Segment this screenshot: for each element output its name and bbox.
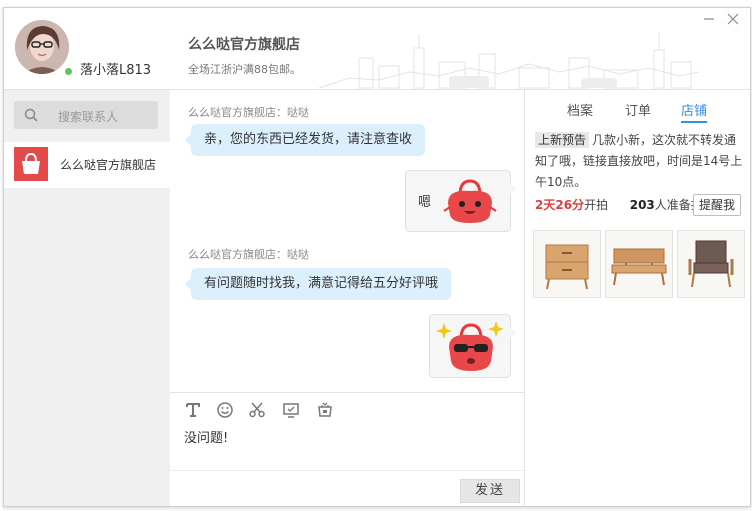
tab-profile[interactable]: 档案 (567, 100, 593, 119)
wooden-bench-icon (611, 248, 667, 286)
product-thumbnail[interactable] (533, 230, 601, 298)
contacts-sidebar: 搜索联系人 么么哒官方旗舰店 (4, 90, 170, 506)
chat-window: 落小落L813 么么哒官方旗舰店 全场江浙沪满88包邮。 搜索联系人 么么哒官方… (3, 7, 751, 507)
shop-logo (14, 147, 48, 181)
user-name: 落小落L813 (80, 63, 152, 78)
incoming-message: 亲，您的东西已经发货，请注意查收 (184, 124, 426, 156)
remind-me-button[interactable]: 提醒我 (693, 194, 741, 216)
shop-button[interactable] (316, 401, 334, 419)
countdown-value: 2天26分 (535, 198, 585, 212)
avatar[interactable] (15, 20, 69, 74)
message-input[interactable]: 没问题! (184, 427, 228, 446)
countdown-suffix: 开拍 (584, 198, 609, 212)
message-sender: 么么哒官方旗舰店：哒哒 (188, 106, 309, 119)
scissors-icon (249, 402, 265, 418)
close-icon (727, 13, 739, 25)
contact-item[interactable]: 么么哒官方旗舰店 (4, 142, 170, 188)
ready-count: 203 (629, 198, 655, 212)
message-text: 嗯 (418, 195, 432, 210)
tab-orders[interactable]: 订单 (625, 100, 651, 119)
screenshot-button[interactable] (282, 401, 300, 419)
announcement-tag: 上新预告 (535, 132, 590, 148)
sale-countdown: 2天26分开拍 203人准备抢 (535, 196, 703, 213)
armchair-icon (688, 240, 734, 288)
message-sender: 么么哒官方旗舰店：哒哒 (188, 248, 309, 261)
shop-info-panel: 档案 订单 店铺 上新预告 几款小新，这次就不转发通知了哦，链接直接放吧，时间是1… (524, 90, 750, 506)
screenshot-icon (283, 403, 299, 418)
shop-icon (318, 402, 332, 417)
bag-mascot-sunglasses-sticker (436, 321, 504, 371)
product-thumbnail[interactable] (605, 230, 673, 298)
wooden-cabinet-icon (545, 244, 589, 290)
incoming-message: 有问题随时找我，满意记得给五分好评哦 (184, 268, 452, 300)
minimize-button[interactable] (701, 12, 717, 28)
minimize-icon (704, 18, 714, 20)
contact-search-input[interactable]: 搜索联系人 (14, 101, 158, 129)
user-portrait-icon (15, 20, 69, 74)
shop-title: 么么哒官方旗舰店 (188, 37, 300, 53)
contact-name: 么么哒官方旗舰店 (60, 158, 157, 172)
header: 落小落L813 么么哒官方旗舰店 全场江浙沪满88包邮。 (4, 8, 750, 90)
shopping-bag-icon (22, 152, 40, 174)
product-thumbnail[interactable] (677, 230, 745, 298)
shop-notice: 全场江浙沪满88包邮。 (188, 63, 301, 76)
city-skyline-decoration (319, 32, 699, 89)
close-button[interactable] (725, 12, 741, 28)
send-button[interactable]: 发送 (460, 479, 520, 503)
text-format-button[interactable] (184, 401, 202, 419)
outgoing-message: 嗯 (405, 170, 516, 232)
bag-mascot-sticker (443, 179, 497, 223)
text-format-icon (186, 403, 200, 417)
launch-announcement: 上新预告 几款小新，这次就不转发通知了哦，链接直接放吧，时间是14号上午10点。 (535, 130, 745, 193)
scissors-button[interactable] (248, 401, 266, 419)
online-status-indicator (64, 67, 73, 76)
message-list: 么么哒官方旗舰店：哒哒 亲，您的东西已经发货，请注意查收 嗯 么么哒官方旗舰店：… (170, 90, 524, 392)
emoji-button[interactable] (216, 401, 234, 419)
emoji-icon (217, 402, 233, 418)
search-placeholder: 搜索联系人 (58, 110, 119, 124)
outgoing-sticker-message (429, 314, 516, 378)
search-icon (24, 108, 38, 122)
message-composer: 没问题! 发送 (170, 392, 524, 506)
tab-store[interactable]: 店铺 (681, 100, 708, 123)
composer-divider (170, 470, 524, 471)
